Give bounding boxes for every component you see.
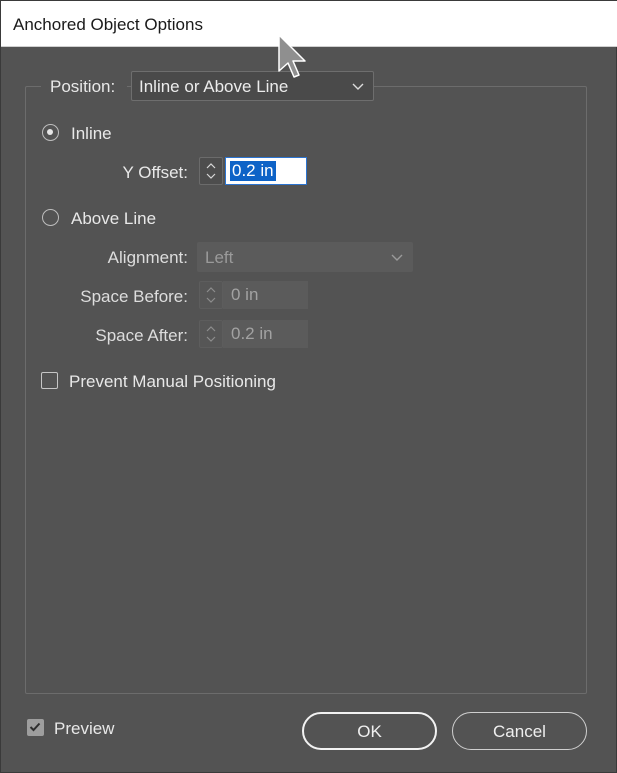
space-before-label: Space Before:	[80, 287, 188, 306]
stepper-icon	[206, 326, 216, 342]
inline-radio[interactable]	[42, 124, 59, 141]
alignment-select-value: Left	[205, 248, 234, 267]
y-offset-input[interactable]: 0.2 in	[225, 157, 307, 185]
space-before-input[interactable]: 0 in	[223, 281, 308, 309]
above-line-label[interactable]: Above Line	[71, 209, 156, 229]
checkmark-icon	[29, 722, 41, 732]
y-offset-label: Y Offset:	[122, 163, 188, 182]
anchored-object-options-dialog: Anchored Object Options Position: Inline…	[0, 0, 617, 773]
stepper-icon	[206, 287, 216, 303]
window-title: Anchored Object Options	[13, 15, 203, 34]
above-line-radio[interactable]	[42, 209, 59, 226]
stepper-icon	[206, 163, 216, 179]
position-select-value: Inline or Above Line	[139, 77, 289, 96]
space-before-value: 0 in	[231, 285, 259, 304]
y-offset-stepper[interactable]	[199, 157, 223, 185]
position-label: Position:	[50, 77, 116, 96]
ok-button[interactable]: OK	[302, 712, 437, 750]
space-before-stepper[interactable]	[199, 281, 223, 309]
preview-checkbox[interactable]	[27, 719, 44, 736]
y-offset-value: 0.2 in	[230, 161, 276, 181]
space-after-label: Space After:	[95, 326, 188, 345]
alignment-select[interactable]: Left	[197, 242, 413, 272]
prevent-manual-positioning-label[interactable]: Prevent Manual Positioning	[69, 372, 276, 392]
chevron-down-icon	[352, 83, 364, 90]
alignment-label: Alignment:	[107, 248, 188, 267]
space-after-input[interactable]: 0.2 in	[223, 320, 308, 348]
space-after-value: 0.2 in	[231, 324, 273, 343]
arrow-pointer-icon	[278, 34, 306, 78]
chevron-down-icon	[391, 254, 403, 261]
preview-label[interactable]: Preview	[54, 719, 114, 739]
space-after-stepper[interactable]	[199, 320, 223, 348]
inline-label[interactable]: Inline	[71, 124, 112, 144]
prevent-manual-positioning-checkbox[interactable]	[41, 372, 58, 389]
cancel-button[interactable]: Cancel	[452, 712, 587, 750]
position-select[interactable]: Inline or Above Line	[131, 71, 374, 101]
